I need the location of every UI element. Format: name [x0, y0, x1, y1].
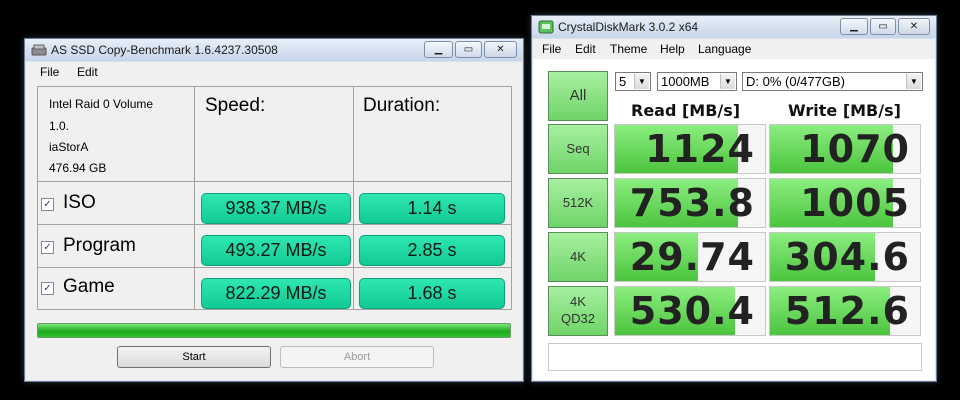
- maximize-button[interactable]: ▭: [870, 18, 896, 35]
- read-header: Read [MB/s]: [631, 101, 741, 120]
- chevron-down-icon: ▼: [720, 74, 735, 89]
- drive-firmware: 1.0.: [49, 119, 70, 133]
- maximize-button[interactable]: ▭: [455, 41, 482, 58]
- read-result-cell: 1124: [614, 124, 766, 174]
- row-label-iso: ISO: [63, 192, 96, 213]
- close-button[interactable]: ✕: [898, 18, 930, 35]
- drive-value: D: 0% (0/477GB): [746, 74, 845, 89]
- menu-bar: File Edit Theme Help Language: [533, 39, 935, 59]
- minimize-icon: ▁: [434, 43, 443, 55]
- test-size-select[interactable]: 1000MB ▼: [657, 72, 737, 91]
- menu-theme[interactable]: Theme: [610, 42, 647, 56]
- read-result-cell: 29.74: [614, 232, 766, 282]
- as-ssd-window: AS SSD Copy-Benchmark 1.6.4237.30508 ▁ ▭…: [24, 38, 524, 382]
- minimize-button[interactable]: ▁: [424, 41, 453, 58]
- close-button[interactable]: ✕: [484, 41, 517, 58]
- all-button[interactable]: All: [548, 71, 608, 121]
- write-result-cell: 1005: [769, 178, 921, 228]
- comment-field[interactable]: [548, 343, 922, 371]
- read-value: 1124: [645, 127, 755, 171]
- close-icon: ✕: [909, 20, 919, 32]
- program-duration-result: 2.85 s: [359, 235, 505, 266]
- menu-file[interactable]: File: [542, 42, 561, 56]
- write-value: 1005: [800, 181, 910, 225]
- program-speed-result: 493.27 MB/s: [201, 235, 351, 266]
- check-icon: ✓: [43, 242, 52, 253]
- window-title: AS SSD Copy-Benchmark 1.6.4237.30508: [51, 43, 278, 57]
- disk-app-icon: [538, 20, 554, 34]
- maximize-icon: ▭: [463, 43, 474, 55]
- check-icon: ✓: [43, 199, 52, 210]
- game-duration-result: 1.68 s: [359, 278, 505, 309]
- write-value: 304.6: [784, 235, 910, 279]
- write-result-cell: 512.6: [769, 286, 921, 336]
- drive-size: 476.94 GB: [49, 161, 107, 175]
- row-label-game: Game: [63, 276, 115, 297]
- read-value: 530.4: [629, 289, 755, 333]
- test-button-label: 4K: [570, 248, 586, 264]
- maximize-icon: ▭: [878, 20, 888, 32]
- window-title: CrystalDiskMark 3.0.2 x64: [558, 20, 699, 34]
- cdm-titlebar[interactable]: CrystalDiskMark 3.0.2 x64 ▁ ▭ ✕: [532, 16, 936, 38]
- start-button[interactable]: Start: [117, 346, 271, 368]
- menu-edit[interactable]: Edit: [77, 65, 98, 79]
- chevron-down-icon: ▼: [634, 74, 649, 89]
- game-checkbox[interactable]: ✓: [41, 282, 54, 295]
- all-button-label: All: [569, 87, 587, 105]
- read-result-cell: 753.8: [614, 178, 766, 228]
- write-value: 1070: [800, 127, 910, 171]
- program-checkbox[interactable]: ✓: [41, 241, 54, 254]
- test-button-2[interactable]: 4K: [548, 232, 608, 282]
- read-value: 29.74: [629, 235, 755, 279]
- iso-checkbox[interactable]: ✓: [41, 198, 54, 211]
- abort-button[interactable]: Abort: [280, 346, 434, 368]
- write-header: Write [MB/s]: [788, 101, 901, 120]
- chevron-down-icon: ▼: [906, 74, 921, 89]
- test-button-label: QD32: [561, 311, 595, 326]
- game-speed-result: 822.29 MB/s: [201, 278, 351, 309]
- test-count-value: 5: [619, 74, 627, 89]
- test-button-0[interactable]: Seq: [548, 124, 608, 174]
- drive-select[interactable]: D: 0% (0/477GB) ▼: [742, 72, 923, 91]
- iso-speed-result: 938.37 MB/s: [201, 193, 351, 224]
- test-size-value: 1000MB: [661, 74, 710, 89]
- drive-driver: iaStorA: [49, 140, 89, 154]
- check-icon: ✓: [43, 283, 52, 294]
- iso-duration-result: 1.14 s: [359, 193, 505, 224]
- test-button-label: 4K: [570, 294, 586, 310]
- close-icon: ✕: [496, 43, 505, 55]
- write-value: 512.6: [784, 289, 910, 333]
- test-button-label: Seq: [566, 140, 590, 156]
- duration-header: Duration:: [363, 95, 441, 116]
- menu-language[interactable]: Language: [698, 42, 751, 56]
- drive-model: Intel Raid 0 Volume: [49, 97, 154, 111]
- minimize-button[interactable]: ▁: [840, 18, 868, 35]
- read-result-cell: 530.4: [614, 286, 766, 336]
- as-ssd-titlebar[interactable]: AS SSD Copy-Benchmark 1.6.4237.30508 ▁ ▭…: [25, 39, 523, 61]
- menu-file[interactable]: File: [40, 65, 59, 79]
- test-button-label: 512K: [562, 194, 594, 210]
- minimize-icon: ▁: [850, 20, 858, 32]
- test-count-select[interactable]: 5 ▼: [615, 72, 651, 91]
- drive-app-icon: [31, 44, 47, 56]
- progress-bar: [37, 323, 511, 338]
- write-result-cell: 1070: [769, 124, 921, 174]
- crystaldiskmark-window: CrystalDiskMark 3.0.2 x64 ▁ ▭ ✕ File Edi…: [531, 15, 937, 382]
- menu-edit[interactable]: Edit: [575, 42, 596, 56]
- speed-header: Speed:: [205, 95, 266, 116]
- write-result-cell: 304.6: [769, 232, 921, 282]
- row-label-program: Program: [63, 235, 136, 256]
- menu-bar: File Edit: [26, 62, 522, 82]
- menu-help[interactable]: Help: [660, 42, 685, 56]
- read-value: 753.8: [629, 181, 755, 225]
- test-button-1[interactable]: 512K: [548, 178, 608, 228]
- test-button-3[interactable]: 4K QD32: [548, 286, 608, 336]
